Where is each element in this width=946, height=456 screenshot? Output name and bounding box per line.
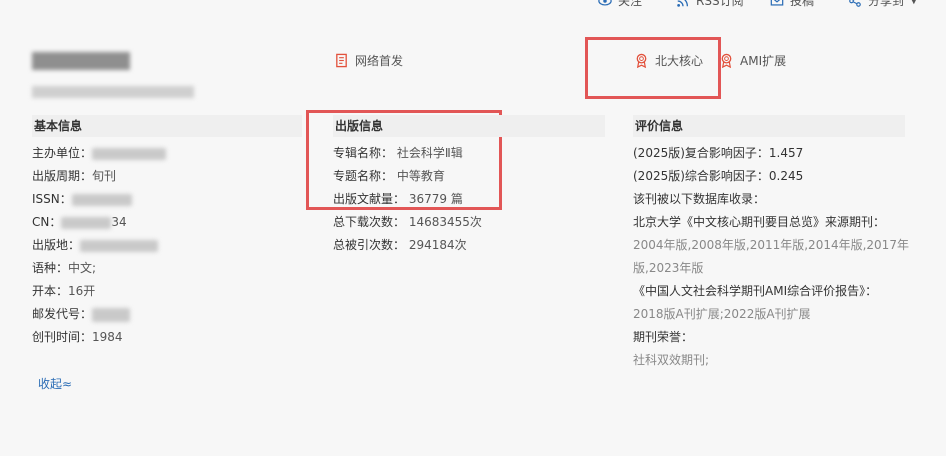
rss-label: RSS订阅 xyxy=(696,0,744,8)
publish-row-volume: 出版文献量： 36779 篇 xyxy=(333,192,463,206)
eval-row-honors: 期刊荣誉： xyxy=(633,330,694,344)
publish-info-title: 出版信息 xyxy=(333,115,605,137)
evaluation-info-title: 评价信息 xyxy=(633,115,905,137)
basic-info-section: 基本信息 主办单位： 出版周期：旬刊 ISSN： CN： 34 出版地： 语种：中… xyxy=(32,115,302,349)
document-icon xyxy=(336,53,347,68)
eval-row-comprehensive-if: (2025版)综合影响因子：0.245 xyxy=(633,169,804,183)
redacted-value xyxy=(80,239,159,252)
submit-label: 投稿 xyxy=(790,0,815,8)
rss-button[interactable]: RSS订阅 xyxy=(676,0,744,9)
eval-row-pku-years-cont: 版,2023年版 xyxy=(633,261,704,275)
publish-row-citations: 总被引次数： 294184次 xyxy=(333,238,467,252)
publish-row-album: 专辑名称： 社会科学Ⅱ辑 xyxy=(333,146,463,160)
basic-row-issn: ISSN： xyxy=(32,188,302,211)
basic-row-format: 开本：16开 xyxy=(32,284,96,298)
submit-button[interactable]: 投稿 xyxy=(770,0,814,9)
collapse-link[interactable]: 收起≈ xyxy=(38,375,72,392)
eval-row-indexed-by: 该刊被以下数据库收录： xyxy=(633,192,766,206)
basic-row-place: 出版地： xyxy=(32,234,302,257)
eye-icon xyxy=(598,0,612,6)
eval-row-ami-years: 2018版A刊扩展;2022版A刊扩展 xyxy=(633,307,811,321)
ami-tag: AMI扩展 xyxy=(719,52,786,69)
journal-title-redacted xyxy=(32,52,130,70)
award-ribbon-icon xyxy=(721,53,732,68)
highlight-box-core xyxy=(585,37,721,99)
journal-subtitle-redacted xyxy=(32,86,194,98)
publish-info-section: 出版信息 专辑名称： 社会科学Ⅱ辑 专题名称： 中等教育 出版文献量： 3677… xyxy=(333,115,605,257)
publish-row-downloads: 总下载次数： 14683455次 xyxy=(333,215,482,229)
journal-info-page: 关注 RSS订阅 投稿 分享到 ▼ 网络首发 北大核心 AMI扩展 基本信息 主… xyxy=(0,0,946,456)
basic-row-sponsor: 主办单位： xyxy=(32,142,302,165)
rss-icon xyxy=(677,0,689,7)
eval-row-composite-if: (2025版)复合影响因子：1.457 xyxy=(633,146,804,160)
eval-row-pku-years: 2004年版,2008年版,2011年版,2014年版,2017年 xyxy=(633,238,909,252)
mail-icon xyxy=(770,0,784,6)
follow-label: 关注 xyxy=(618,0,643,8)
share-label: 分享到 xyxy=(868,0,905,8)
redacted-value xyxy=(71,193,132,206)
basic-row-language: 语种：中文; xyxy=(32,261,97,275)
eval-row-honors-value: 社科双效期刊; xyxy=(633,353,710,367)
basic-row-cn: CN： 34 xyxy=(32,215,127,229)
top-toolbar: 关注 RSS订阅 投稿 分享到 ▼ xyxy=(0,0,946,12)
publish-row-topic: 专题名称： 中等教育 xyxy=(333,169,445,183)
evaluation-info-section: 评价信息 (2025版)复合影响因子：1.457 (2025版)综合影响因子：0… xyxy=(633,115,909,372)
follow-button[interactable]: 关注 xyxy=(598,0,642,9)
web-first-label: 网络首发 xyxy=(355,54,404,68)
basic-row-postal: 邮发代号： xyxy=(32,303,302,326)
basic-row-period: 出版周期：旬刊 xyxy=(32,169,117,183)
caret-down-icon: ▼ xyxy=(910,0,918,6)
eval-row-pku-source: 北京大学《中文核心期刊要目总览》来源期刊： xyxy=(633,215,886,229)
redacted-value xyxy=(61,216,112,229)
basic-row-founded: 创刊时间：1984 xyxy=(32,330,123,344)
share-icon xyxy=(849,0,861,7)
basic-info-title: 基本信息 xyxy=(32,115,302,137)
share-button[interactable]: 分享到 ▼ xyxy=(848,0,918,9)
ami-label: AMI扩展 xyxy=(740,54,787,68)
redacted-value xyxy=(92,307,131,322)
web-first-tag: 网络首发 xyxy=(334,52,403,69)
redacted-value xyxy=(92,147,167,160)
eval-row-ami-report: 《中国人文社会科学期刊AMI综合评价报告》： xyxy=(633,284,878,298)
